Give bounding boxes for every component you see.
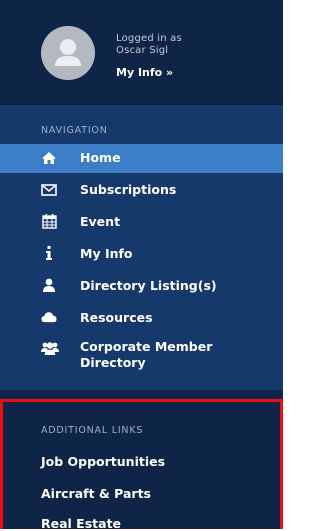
- additional-links-section: ADDITIONAL LINKS Job Opportunities Aircr…: [0, 399, 283, 531]
- calendar-icon: [41, 213, 57, 229]
- link-job-opportunities[interactable]: Job Opportunities: [41, 454, 165, 469]
- cloud-icon: [41, 309, 57, 325]
- profile-block: Logged in as Oscar Sigl My Info »: [0, 0, 283, 104]
- user-name: Oscar Sigl: [116, 45, 169, 56]
- nav-item-corporate-member-directory[interactable]: Corporate Member Directory: [0, 333, 283, 379]
- navigation-heading: NAVIGATION: [41, 125, 108, 136]
- nav-item-label: Directory Listing(s): [80, 278, 217, 293]
- nav-item-resources[interactable]: Resources: [0, 301, 283, 333]
- nav-item-directory-listings[interactable]: Directory Listing(s): [0, 269, 283, 301]
- nav-item-subscriptions[interactable]: Subscriptions: [0, 174, 283, 205]
- nav-item-label: Home: [80, 150, 121, 165]
- info-icon: [41, 245, 57, 261]
- group-icon: [41, 340, 59, 356]
- user-silhouette-icon: [55, 39, 81, 66]
- nav-item-label: Event: [80, 214, 121, 229]
- nav-item-event[interactable]: Event: [0, 205, 283, 237]
- nav-item-label: Resources: [80, 310, 153, 325]
- nav-item-label: Subscriptions: [80, 182, 177, 197]
- nav-item-home[interactable]: Home: [0, 144, 283, 173]
- avatar[interactable]: [41, 26, 95, 80]
- nav-item-my-info[interactable]: My Info: [0, 237, 283, 269]
- sidebar: Logged in as Oscar Sigl My Info » NAVIGA…: [0, 0, 283, 531]
- user-icon: [41, 277, 57, 293]
- nav-item-label: Corporate Member Directory: [80, 339, 213, 370]
- my-info-link[interactable]: My Info »: [116, 66, 173, 79]
- nav-item-label: My Info: [80, 246, 133, 261]
- home-icon: [41, 150, 57, 166]
- navigation-menu: NAVIGATION Home Subscriptions Event My I…: [0, 105, 283, 390]
- link-aircraft-parts[interactable]: Aircraft & Parts: [41, 486, 151, 501]
- envelope-icon: [41, 182, 57, 198]
- additional-links-heading: ADDITIONAL LINKS: [41, 425, 144, 436]
- logged-in-label: Logged in as: [116, 33, 182, 44]
